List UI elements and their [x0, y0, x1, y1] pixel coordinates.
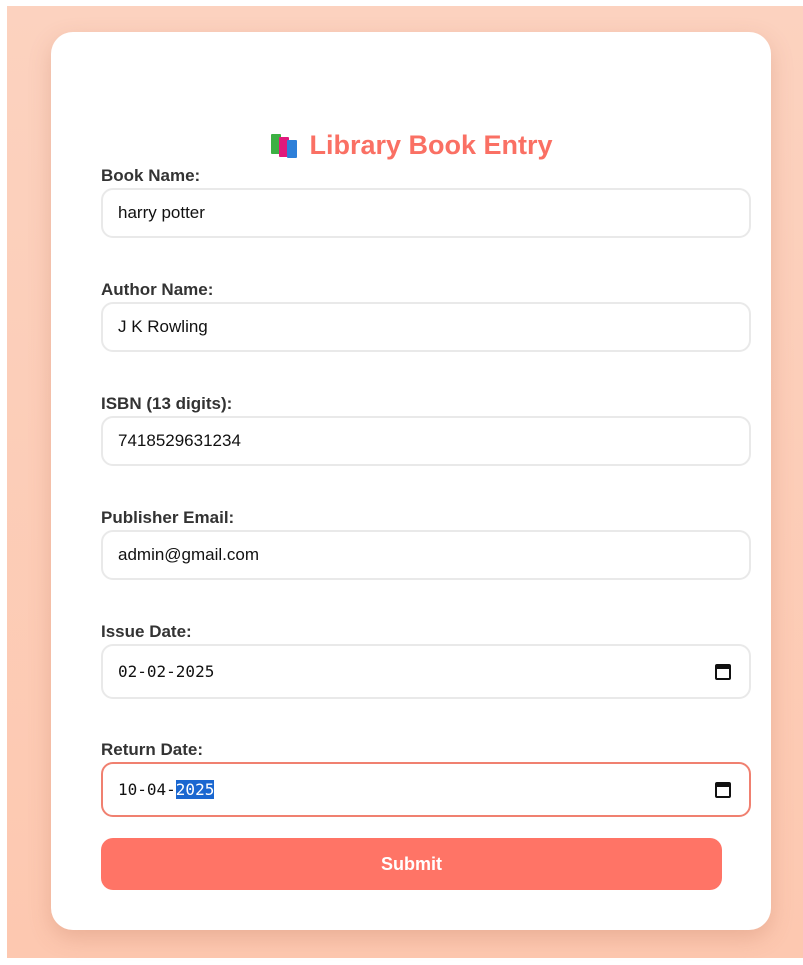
calendar-icon[interactable]: [715, 663, 731, 680]
issue-date-label: Issue Date:: [101, 622, 192, 641]
form-title: Library Book Entry: [51, 125, 771, 165]
book-name-input[interactable]: harry potter: [101, 188, 751, 238]
return-date-value: 10-04-2025: [118, 780, 215, 799]
publisher-email-value: admin@gmail.com: [118, 545, 260, 564]
books-icon: [269, 132, 299, 158]
return-date-day-month: 10-04-: [118, 780, 176, 799]
entry-form-card: Library Book Entry Book Name: harry pott…: [51, 32, 771, 930]
author-name-value: J K Rowling: [118, 317, 208, 336]
page-background: Library Book Entry Book Name: harry pott…: [7, 6, 803, 958]
form-title-text: Library Book Entry: [309, 129, 553, 160]
publisher-email-input[interactable]: admin@gmail.com: [101, 530, 751, 580]
isbn-value: 7418529631234: [118, 431, 241, 450]
return-date-label: Return Date:: [101, 740, 204, 759]
isbn-label: ISBN (13 digits):: [101, 394, 233, 413]
calendar-icon[interactable]: [715, 781, 731, 798]
book-name-value: harry potter: [118, 203, 205, 222]
isbn-input[interactable]: 7418529631234: [101, 416, 751, 466]
return-date-input[interactable]: 10-04-2025: [101, 762, 751, 817]
issue-date-input[interactable]: 02-02-2025: [101, 644, 751, 699]
publisher-email-label: Publisher Email:: [101, 508, 235, 527]
submit-button[interactable]: Submit: [101, 838, 722, 890]
author-name-label: Author Name:: [101, 280, 214, 299]
book-name-label: Book Name:: [101, 166, 201, 185]
author-name-input[interactable]: J K Rowling: [101, 302, 751, 352]
return-date-year-selected: 2025: [175, 780, 215, 799]
issue-date-value: 02-02-2025: [118, 662, 215, 681]
